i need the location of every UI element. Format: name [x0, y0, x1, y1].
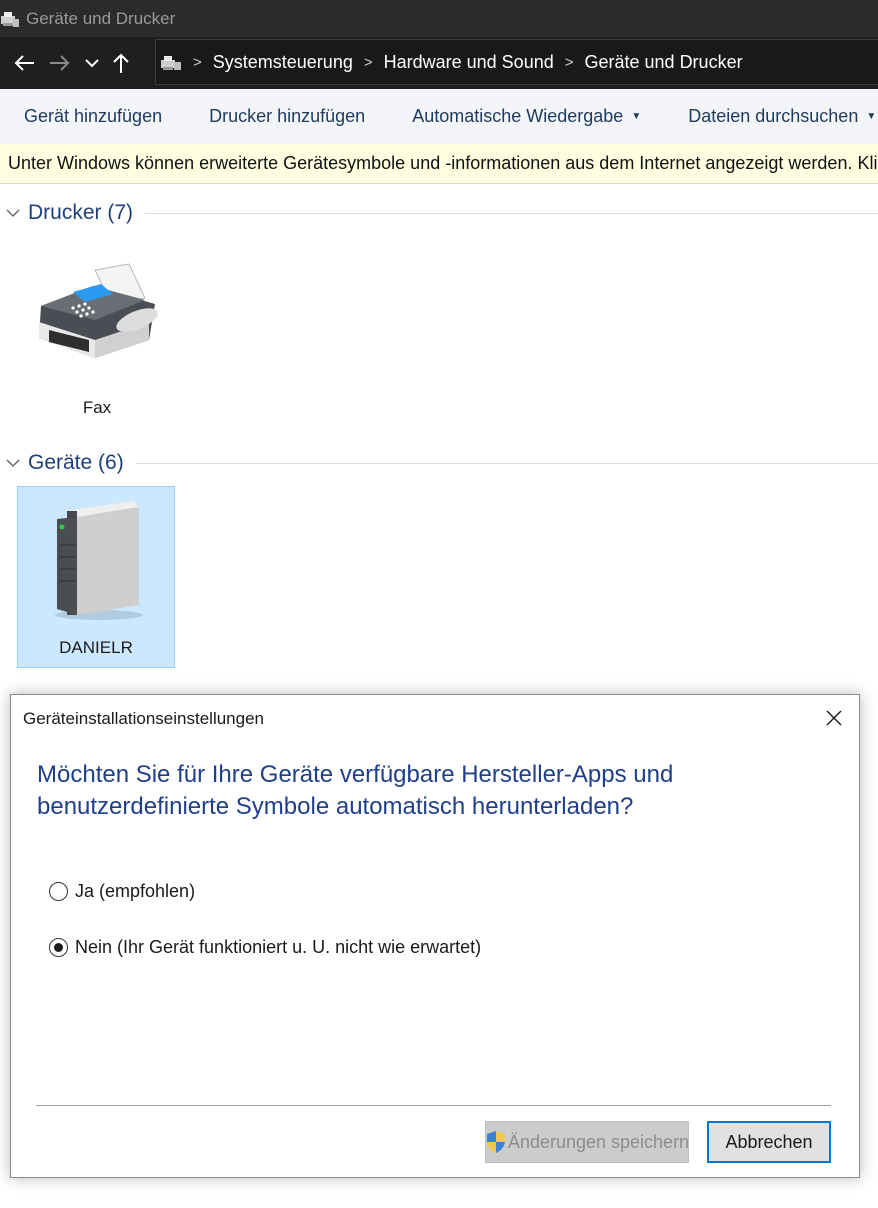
arrow-up-icon: [113, 53, 129, 73]
radio-label-no: Nein (Ihr Gerät funktioniert u. U. nicht…: [75, 937, 482, 957]
control-panel-location-icon: [160, 52, 182, 72]
group-header-printers[interactable]: Drucker (7): [0, 198, 878, 228]
device-installation-settings-dialog: Geräteinstallationseinstellungen Möchten…: [10, 694, 860, 1178]
browse-files-label: Dateien durchsuchen: [688, 106, 859, 126]
info-bar-text: Unter Windows können erweiterte Gerätesy…: [8, 153, 878, 173]
cancel-button[interactable]: Abbrechen: [707, 1121, 831, 1163]
autoplay-label: Automatische Wiedergabe: [412, 106, 624, 126]
info-bar[interactable]: Unter Windows können erweiterte Gerätesy…: [0, 144, 878, 184]
window-titlebar: Geräte und Drucker: [0, 0, 878, 37]
back-button[interactable]: [6, 43, 42, 83]
dialog-title: Geräteinstallationseinstellungen: [23, 709, 264, 728]
dialog-question-line-1: Möchten Sie für Ihre Geräte verfügbare H…: [37, 761, 674, 788]
radio-button-no[interactable]: [49, 938, 68, 957]
recent-locations-button[interactable]: [78, 43, 106, 83]
browse-files-menu-button[interactable]: Dateien durchsuchen ▼: [688, 106, 876, 127]
radio-option-yes[interactable]: Ja (empfohlen): [49, 881, 195, 902]
group-title-printers: Drucker (7): [28, 201, 134, 224]
forward-button[interactable]: [42, 43, 78, 83]
close-icon: [826, 710, 842, 726]
device-tile-fax[interactable]: Fax: [18, 246, 176, 417]
group-divider: [145, 212, 878, 214]
radio-selected-dot: [54, 943, 63, 952]
chevron-right-icon: >: [363, 53, 373, 71]
add-device-label: Gerät hinzufügen: [24, 106, 163, 126]
device-tile-danielr[interactable]: DANIELR: [17, 486, 175, 668]
caret-down-icon: ▼: [866, 111, 877, 122]
radio-button-yes[interactable]: [49, 882, 68, 901]
autoplay-menu-button[interactable]: Automatische Wiedergabe ▼: [412, 106, 641, 127]
up-button[interactable]: [106, 43, 136, 83]
caret-down-icon: ▼: [631, 111, 642, 122]
chevron-right-icon: >: [193, 53, 202, 71]
uac-shield-icon: [485, 1130, 507, 1154]
arrow-right-icon: [50, 55, 70, 71]
devices-printers-icon: [0, 9, 20, 29]
add-device-button[interactable]: Gerät hinzufügen: [24, 106, 162, 127]
address-bar[interactable]: > Systemsteuerung > Hardware und Sound >…: [155, 39, 878, 85]
chevron-down-icon: [6, 208, 22, 218]
save-changes-button[interactable]: Änderungen speichern: [485, 1121, 689, 1163]
chevron-right-icon: >: [564, 53, 574, 71]
device-tile-label: DANIELR: [59, 638, 133, 657]
computer-tower-icon: [41, 497, 151, 626]
window-title: Geräte und Drucker: [26, 8, 176, 28]
cancel-label: Abbrechen: [725, 1131, 813, 1152]
device-tile-label: Fax: [82, 398, 112, 417]
close-button[interactable]: [819, 703, 849, 733]
fax-icon: [33, 262, 161, 365]
dialog-question: Möchten Sie für Ihre Geräte verfügbare H…: [37, 759, 797, 823]
breadcrumb-systemsteuerung[interactable]: Systemsteuerung: [213, 52, 353, 73]
dialog-question-line-2: benutzerdefinierte Symbole automatisch h…: [37, 793, 634, 820]
command-toolbar: Gerät hinzufügen Drucker hinzufügen Auto…: [0, 89, 878, 144]
add-printer-button[interactable]: Drucker hinzufügen: [209, 106, 365, 127]
save-changes-label: Änderungen speichern: [507, 1131, 690, 1152]
group-divider: [135, 462, 878, 464]
chevron-down-icon: [6, 458, 22, 468]
group-header-devices[interactable]: Geräte (6): [0, 448, 878, 478]
group-title-devices: Geräte (6): [28, 451, 124, 474]
chevron-down-icon: [85, 59, 99, 68]
dialog-divider: [36, 1105, 831, 1106]
arrow-left-icon: [14, 55, 34, 71]
add-printer-label: Drucker hinzufügen: [209, 106, 366, 126]
breadcrumb-hardware-und-sound[interactable]: Hardware und Sound: [384, 52, 554, 73]
radio-label-yes: Ja (empfohlen): [75, 881, 196, 901]
radio-option-no[interactable]: Nein (Ihr Gerät funktioniert u. U. nicht…: [49, 937, 481, 958]
navigation-bar: > Systemsteuerung > Hardware und Sound >…: [0, 37, 878, 89]
breadcrumb-geraete-und-drucker[interactable]: Geräte und Drucker: [585, 52, 743, 73]
